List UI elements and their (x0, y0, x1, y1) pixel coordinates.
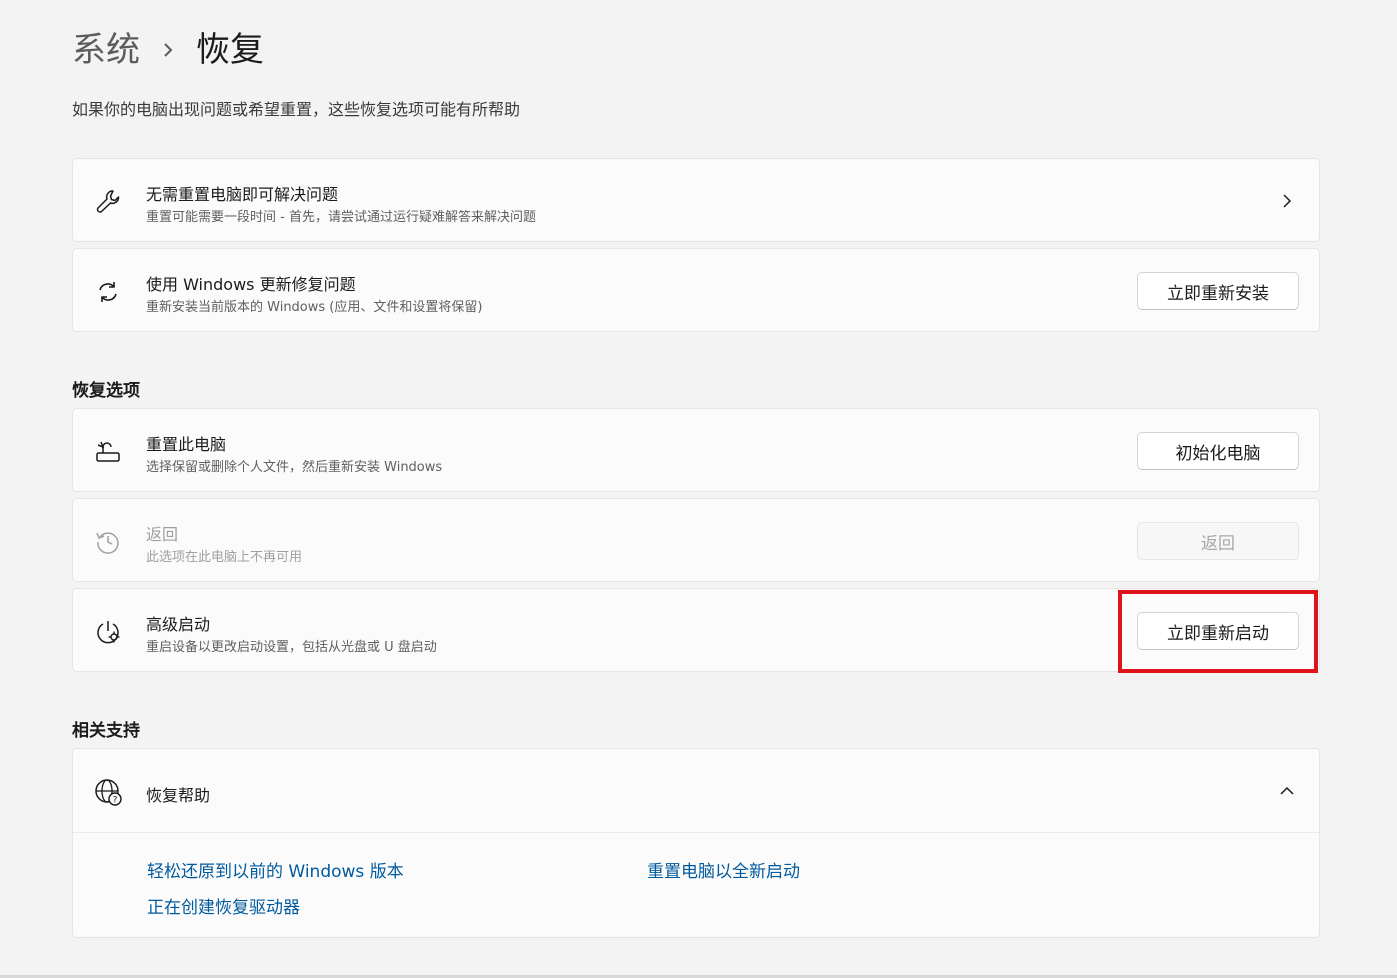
advanced-startup-icon (93, 617, 123, 647)
reinstall-now-button[interactable]: 立即重新安装 (1137, 272, 1299, 310)
windows-update-repair-title: 使用 Windows 更新修复问题 (146, 275, 356, 294)
troubleshoot-desc: 重置可能需要一段时间 - 首先，请尝试通过运行疑难解答来解决问题 (146, 210, 536, 225)
go-back-title: 返回 (146, 525, 179, 544)
related-support-heading: 相关支持 (72, 721, 140, 741)
reset-pc-button[interactable]: 初始化电脑 (1137, 432, 1299, 470)
wrench-icon (93, 187, 123, 217)
svg-text:?: ? (113, 796, 118, 806)
reset-pc-card: 重置此电脑 选择保留或删除个人文件，然后重新安装 Windows 初始化电脑 (72, 408, 1320, 492)
chevron-up-icon[interactable] (1277, 781, 1297, 801)
breadcrumb: 系统 恢复 (72, 26, 264, 74)
page-title: 恢复 (196, 30, 264, 70)
recovery-help-expander: ? 恢复帮助 轻松还原到以前的 Windows 版本 重置电脑以全新启动 正在创… (72, 748, 1320, 938)
recovery-options-heading: 恢复选项 (72, 381, 140, 401)
link-create-recovery-drive[interactable]: 正在创建恢复驱动器 (147, 893, 300, 918)
windows-update-repair-card: 使用 Windows 更新修复问题 重新安装当前版本的 Windows (应用、… (72, 248, 1320, 332)
go-back-card: 返回 此选项在此电脑上不再可用 返回 (72, 498, 1320, 582)
refresh-icon (93, 277, 123, 307)
restart-now-button[interactable]: 立即重新启动 (1137, 612, 1299, 650)
breadcrumb-system[interactable]: 系统 (72, 26, 140, 74)
page-subtitle: 如果你的电脑出现问题或希望重置，这些恢复选项可能有所帮助 (72, 100, 521, 119)
chevron-right-icon[interactable] (1277, 191, 1297, 211)
go-back-desc: 此选项在此电脑上不再可用 (146, 550, 303, 565)
troubleshoot-title: 无需重置电脑即可解决问题 (146, 185, 339, 204)
recovery-settings-page: 系统 恢复 如果你的电脑出现问题或希望重置，这些恢复选项可能有所帮助 无需重置电… (0, 0, 1397, 978)
advanced-startup-desc: 重启设备以更改启动设置，包括从光盘或 U 盘启动 (146, 640, 437, 655)
globe-help-icon: ? (93, 777, 123, 807)
reset-pc-title: 重置此电脑 (146, 435, 227, 454)
recovery-help-title: 恢复帮助 (146, 786, 211, 805)
chevron-right-icon (140, 41, 196, 59)
windows-update-repair-desc: 重新安装当前版本的 Windows (应用、文件和设置将保留) (146, 300, 483, 315)
advanced-startup-card: 高级启动 重启设备以更改启动设置，包括从光盘或 U 盘启动 立即重新启动 (72, 588, 1320, 672)
advanced-startup-title: 高级启动 (146, 615, 211, 634)
reset-pc-desc: 选择保留或删除个人文件，然后重新安装 Windows (146, 460, 443, 475)
recovery-help-header[interactable]: ? 恢复帮助 (73, 749, 1319, 833)
link-reset-pc-fresh-start[interactable]: 重置电脑以全新启动 (647, 857, 800, 882)
history-icon (93, 527, 123, 557)
reset-pc-icon (93, 437, 123, 467)
troubleshoot-card[interactable]: 无需重置电脑即可解决问题 重置可能需要一段时间 - 首先，请尝试通过运行疑难解答… (72, 158, 1320, 242)
go-back-button: 返回 (1137, 522, 1299, 560)
link-restore-previous-windows[interactable]: 轻松还原到以前的 Windows 版本 (147, 857, 404, 882)
